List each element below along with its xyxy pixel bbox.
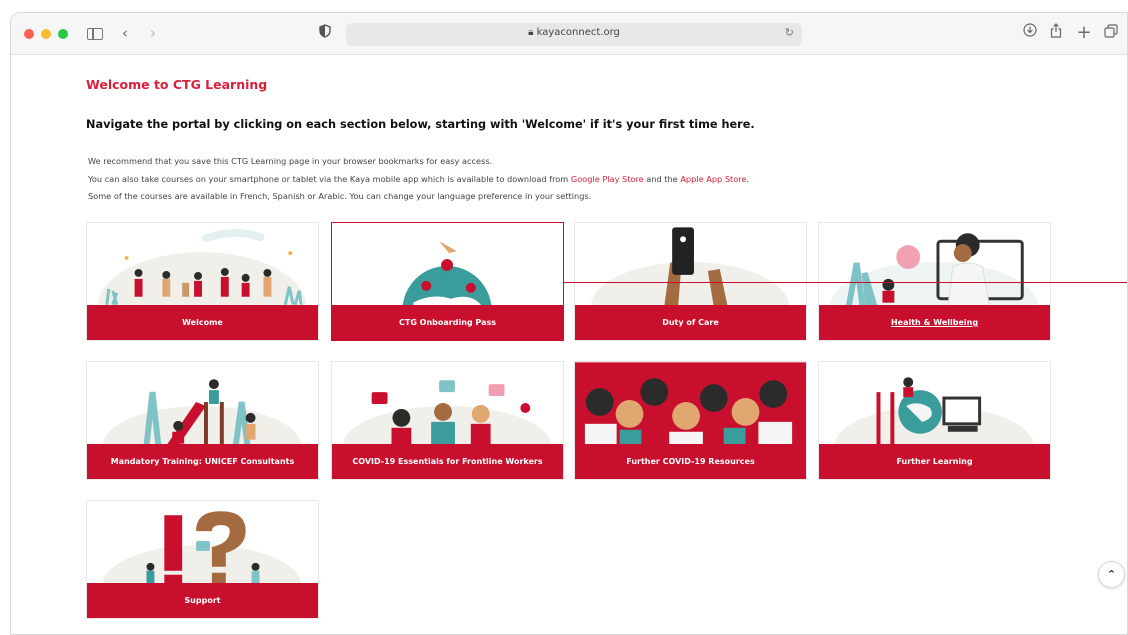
learning-illustration [834,377,1034,446]
shield-icon[interactable] [317,23,333,43]
navigation-heading: Navigate the portal by clicking on each … [86,118,755,131]
chevron-up-icon: ⌃ [1106,568,1117,581]
share-icon[interactable] [1048,23,1064,43]
playground-illustration [102,379,302,446]
crowd-illustration [575,362,806,446]
lock-icon: 🔒︎ [528,27,534,38]
card-label: Welcome [87,305,318,340]
card-mandatory-training[interactable]: Mandatory Training: UNICEF Consultants [86,361,319,480]
page-content: Welcome to CTG Learning Navigate the por… [11,56,1127,634]
card-further-learning[interactable]: Further Learning [818,361,1051,480]
card-label: CTG Onboarding Pass [332,305,563,340]
tabs-icon[interactable] [1103,23,1119,43]
url-text-container: 🔒︎ kayaconnect.org [346,27,802,38]
maximize-window-button[interactable] [58,29,68,39]
browser-window: ‹ › 🔒︎ kayaconnect.org ↻ + Welcome to CT… [10,12,1128,635]
page-title: Welcome to CTG Learning [86,77,268,92]
download-icon[interactable] [1022,23,1038,43]
info-text: We recommend that you save this CTG Lear… [88,153,749,206]
chevron-right-icon[interactable]: › [145,23,161,43]
minimize-window-button[interactable] [41,29,51,39]
card-ctg-onboarding-pass[interactable]: CTG Onboarding Pass [331,222,564,341]
scroll-to-top-button[interactable]: ⌃ [1098,561,1125,588]
phone-illustration [590,227,790,307]
card-welcome[interactable]: Welcome [86,222,319,341]
card-label: Health & Wellbeing [819,305,1050,340]
info-text-segment: . [746,173,750,184]
apple-app-store-link[interactable]: Apple App Store [680,174,746,184]
card-label: Duty of Care [575,305,806,340]
support-illustration [102,511,302,585]
info-line: Some of the courses are available in Fre… [88,191,592,201]
card-covid-essentials[interactable]: COVID-19 Essentials for Frontline Worker… [331,361,564,480]
card-label: Mandatory Training: UNICEF Consultants [87,444,318,479]
info-text-segment: and the [643,173,681,184]
card-support[interactable]: Support [86,500,319,619]
reload-icon[interactable]: ↻ [785,26,794,39]
info-line: We recommend that you save this CTG Lear… [88,156,493,166]
globe-illustration [402,241,492,307]
google-play-link[interactable]: Google Play Store [571,174,644,184]
covid-workers-illustration [342,380,552,446]
card-label: COVID-19 Essentials for Frontline Worker… [332,444,563,479]
info-text-segment: You can also take courses on your smartp… [88,173,571,184]
hover-indicator-line [563,282,1127,283]
wellbeing-illustration [829,233,1039,307]
url-text: kayaconnect.org [536,27,620,38]
sidebar-toggle-icon[interactable] [87,28,103,40]
info-line: You can also take courses on your smartp… [88,171,749,189]
welcome-illustration [97,229,307,307]
address-bar[interactable]: 🔒︎ kayaconnect.org ↻ [346,23,802,46]
chevron-left-icon[interactable]: ‹ [117,23,133,43]
card-label: Further Learning [819,444,1050,479]
close-window-button[interactable] [24,29,34,39]
card-further-covid-resources[interactable]: Further COVID-19 Resources [574,361,807,480]
card-label: Support [87,583,318,618]
card-label: Further COVID-19 Resources [575,444,806,479]
plus-icon[interactable]: + [1076,23,1092,43]
browser-toolbar: ‹ › 🔒︎ kayaconnect.org ↻ + [11,13,1127,55]
